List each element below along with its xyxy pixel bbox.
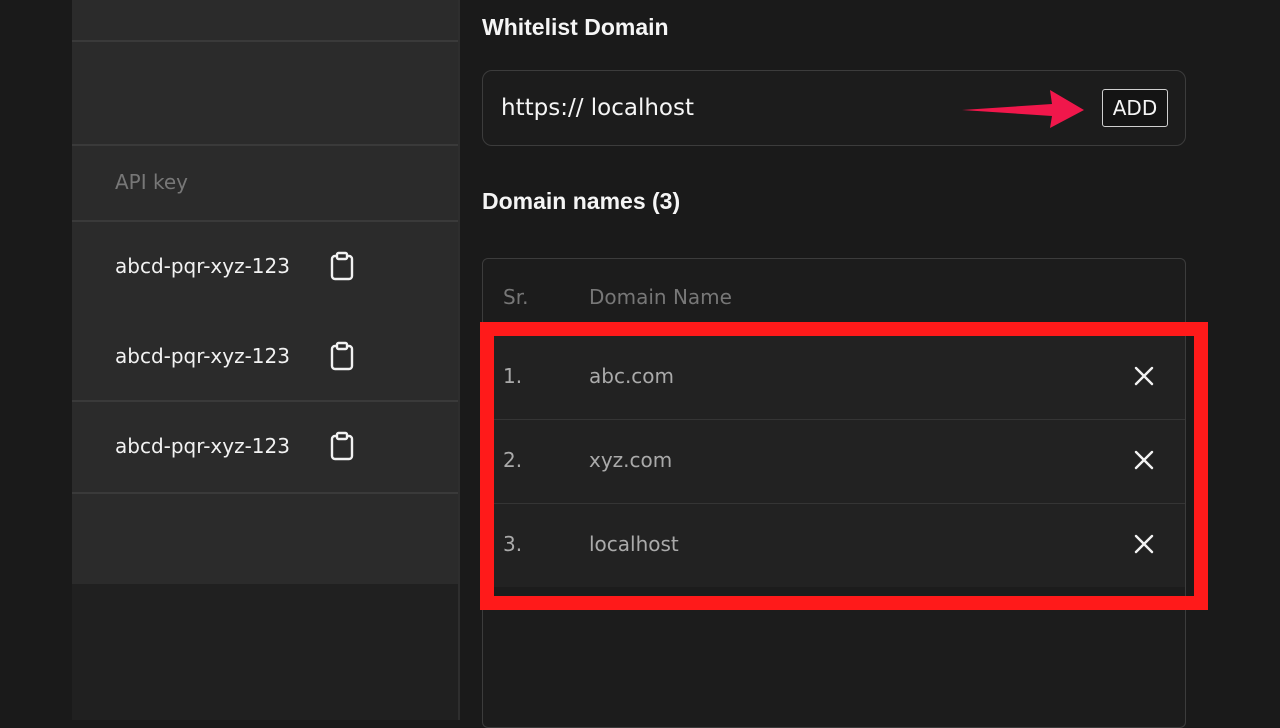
api-key-row: abcd-pqr-xyz-123 [115,336,354,376]
left-panel-top-section [72,0,458,42]
column-header-domain-name: Domain Name [589,285,732,309]
clipboard-icon[interactable] [330,431,354,461]
column-header-sr: Sr. [503,285,529,309]
close-icon[interactable] [1133,533,1155,555]
add-button[interactable]: ADD [1102,89,1168,127]
whitelist-domain-input-value[interactable]: https:// localhost [501,95,694,121]
row-sr: 3. [503,532,523,556]
row-domain: xyz.com [589,448,673,472]
api-key-value: abcd-pqr-xyz-123 [115,254,290,278]
annotation-arrow-icon [962,90,1084,128]
api-key-column-header: API key [72,146,458,222]
left-panel: API key abcd-pqr-xyz-123 abcd-pqr-xyz-12… [72,0,458,720]
divider [72,400,458,402]
domain-table: Sr. Domain Name 1. abc.com 2. xyz.com 3.… [482,258,1186,728]
api-key-list: abcd-pqr-xyz-123 abcd-pqr-xyz-123 abcd-p… [72,222,458,494]
table-row: 2. xyz.com [483,420,1185,505]
table-row: 1. abc.com [483,336,1185,421]
table-row: 3. localhost [483,504,1185,587]
api-key-value: abcd-pqr-xyz-123 [115,434,290,458]
left-panel-middle-section [72,42,458,146]
row-domain: abc.com [589,364,675,388]
api-key-row: abcd-pqr-xyz-123 [115,426,354,466]
domain-names-title: Domain names (3) [482,188,681,214]
api-key-header-label: API key [115,170,189,194]
row-sr: 2. [503,448,523,472]
left-panel-bottom-section [72,494,458,584]
api-key-row: abcd-pqr-xyz-123 [115,246,354,286]
whitelist-domain-title: Whitelist Domain [482,14,669,40]
row-domain: localhost [589,532,679,556]
panel-divider [458,0,460,720]
api-key-value: abcd-pqr-xyz-123 [115,344,290,368]
row-sr: 1. [503,364,523,388]
close-icon[interactable] [1133,365,1155,387]
clipboard-icon[interactable] [330,341,354,371]
close-icon[interactable] [1133,449,1155,471]
clipboard-icon[interactable] [330,251,354,281]
